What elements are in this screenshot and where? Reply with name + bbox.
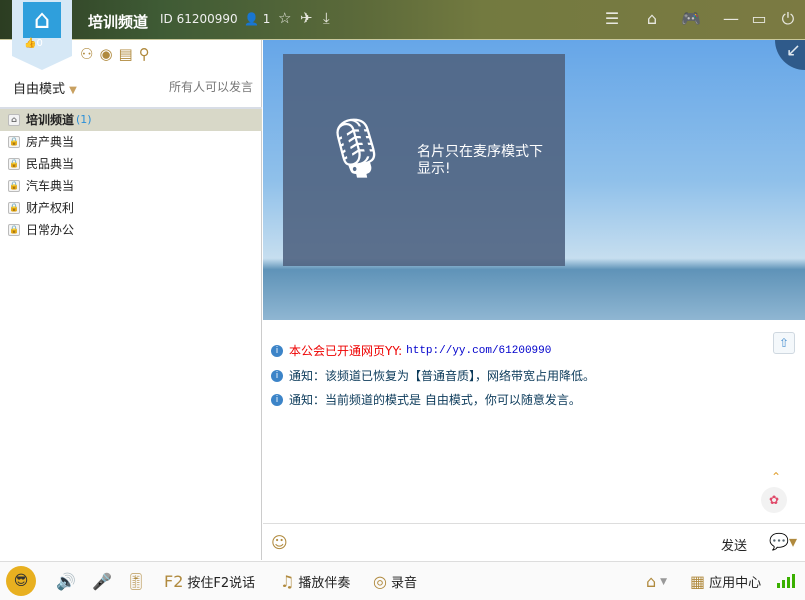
signal-icon [777,574,795,588]
chat-message: i 通知：该频道已恢复为【普通音质】，网络带宽占用降低。 [271,367,595,384]
sidebar-tools: ⚇ ◉ ▤ ⚲ [80,45,156,63]
record-icon: ◎ [373,572,387,591]
channel-item[interactable]: 🔒 日常办公 [0,219,262,241]
info-icon: i [271,344,283,357]
chevron-down-icon: ▼ [69,85,77,96]
apps-label: 应用中心 [709,576,762,591]
mode-dropdown[interactable]: 自由模式 ▼ [13,78,77,97]
channel-label: 房产典当 [26,135,75,149]
speech-bubble-icon[interactable]: 💬▾ [769,532,797,551]
lock-group-icon: 🔒 [8,136,20,148]
star-icon[interactable]: ☆ [278,9,291,27]
scroll-top-button[interactable]: ⇧ [773,332,795,354]
download-icon[interactable]: ⤓ [323,9,330,27]
lock-icon: 🔒 [8,180,20,192]
message-text: 通知：该频道已恢复为【普通音质】，网络带宽占用降低。 [289,369,596,383]
plane-icon[interactable]: ✈ [300,9,313,27]
house-icon: ⌂ [23,2,61,38]
user-count-value: 1 [262,12,271,26]
channel-item[interactable]: 🔒 房产典当 [0,131,262,153]
minimize-icon[interactable]: — [720,8,742,30]
message-text: 通知：当前频道的模式是 自由模式，你可以随意发言。 [289,393,581,407]
push-to-talk-button[interactable]: F2 按住F2说话 [164,572,255,591]
microphone-icon: 🎙 [319,114,393,182]
message-text: 本公会已开通网页YY: [289,344,403,358]
channel-list: ⌂ 培训频道 (1) 🔒 房产典当 🔒 民品典当 🔒 汽车典当 🔒 财产权利 🔒 日常办公 [0,107,262,241]
card-message: 名片只在麦序模式下显示! [417,144,543,177]
chevron-up-icon[interactable]: ⌃ [771,470,781,484]
music-button[interactable]: ♫ 播放伴奏 [280,572,350,591]
bottom-toolbar: 😎 🔊 🎤 🎚 F2 按住F2说话 ♫ 播放伴奏 ◎ 录音 ⌂ ▼ ▦ 应用中心 [0,561,805,600]
channel-logo[interactable]: ⌂ 👍0 [12,0,72,70]
music-label: 播放伴奏 [298,576,351,591]
info-icon: i [271,369,283,382]
mixer-icon[interactable]: 🎚 [126,572,150,591]
channel-label: 汽车典当 [26,179,75,193]
message-input[interactable]: ☺ 发送 💬▾ [263,523,805,561]
collapse-arrow-icon[interactable]: ↙ [775,40,805,70]
send-button[interactable]: 发送 [721,535,747,554]
power-icon[interactable]: ⏻ [777,8,799,30]
channel-label: 日常办公 [26,223,75,237]
apps-icon: ▦ [690,572,706,591]
channel-title: 培训频道 [88,13,149,31]
channel-item[interactable]: 🔒 民品典当 [0,153,262,175]
ptt-label: 按住F2说话 [187,576,256,591]
microphone-icon[interactable]: 🎤 [92,572,116,591]
member-icon[interactable]: ⚇ [80,45,93,63]
chat-message: i 通知：当前频道的模式是 自由模式，你可以随意发言。 [271,391,581,408]
channel-item[interactable]: ⌂ 培训频道 (1) [0,109,262,131]
channel-item[interactable]: 🔒 汽车典当 [0,175,262,197]
sidebar: ⚇ ◉ ▤ ⚲ 自由模式 ▼ 所有人可以发言 ⌂ 培训频道 (1) 🔒 房产典当 🔒 民品典当… [0,40,262,560]
yy-home-icon[interactable]: ⌂ [641,8,663,30]
lock-icon: 🔒 [8,224,20,236]
record-button[interactable]: ◎ 录音 [373,572,417,591]
home-dropdown[interactable]: ⌂ ▼ [646,572,667,591]
speaker-icon[interactable]: 🔊 [56,572,80,591]
flower-icon[interactable]: ✿ [761,487,787,513]
notes-icon[interactable]: ▤ [119,45,133,63]
channel-id: ID 61200990 [160,12,238,26]
mode-label: 自由模式 [13,82,66,97]
speaker-card: 🎙 名片只在麦序模式下显示! [283,54,565,266]
channel-label: 培训频道 [26,113,75,127]
search-icon[interactable]: ⚲ [139,45,150,63]
channel-item[interactable]: 🔒 财产权利 [0,197,262,219]
gamepad-icon[interactable]: 🎮 [680,8,702,30]
web-link[interactable]: http://yy.com/61200990 [406,345,551,357]
stage-area: 🎙 名片只在麦序模式下显示! ↙ [263,40,805,320]
like-value: 0 [36,38,43,49]
title-bar: 培训频道 ID 61200990 👤 1 ☆ ✈ ⤓ ☰ ⌂ 🎮 — ▭ ⏻ [0,0,805,40]
location-icon[interactable]: ◉ [99,45,112,63]
list-icon[interactable]: ☰ [601,8,623,30]
permission-text: 所有人可以发言 [168,80,253,94]
music-icon: ♫ [280,572,295,591]
channel-label: 财产权利 [26,201,75,215]
user-count: 👤 1 [244,12,270,26]
lock-group-icon: 🔒 [8,158,20,170]
chat-area: i 本公会已开通网页YY: http://yy.com/61200990 i 通知：该… [263,320,805,523]
home-icon: ⌂ [646,572,657,591]
maximize-icon[interactable]: ▭ [748,8,770,30]
like-count: 👍0 [24,38,43,49]
lock-group-icon: 🔒 [8,202,20,214]
info-icon: i [271,393,283,406]
record-label: 录音 [390,576,417,591]
channel-label: 民品典当 [26,157,75,171]
user-icon: 👤 [244,12,259,26]
app-center-button[interactable]: ▦ 应用中心 [690,572,761,591]
chat-message: i 本公会已开通网页YY: http://yy.com/61200990 [271,342,551,359]
home-icon: ⌂ [8,114,20,126]
avatar[interactable]: 😎 [6,566,36,596]
channel-count: (1) [76,113,92,126]
emoji-icon[interactable]: ☺ [271,533,288,552]
chevron-down-icon: ▼ [660,576,668,587]
f2-icon: F2 [164,572,184,591]
